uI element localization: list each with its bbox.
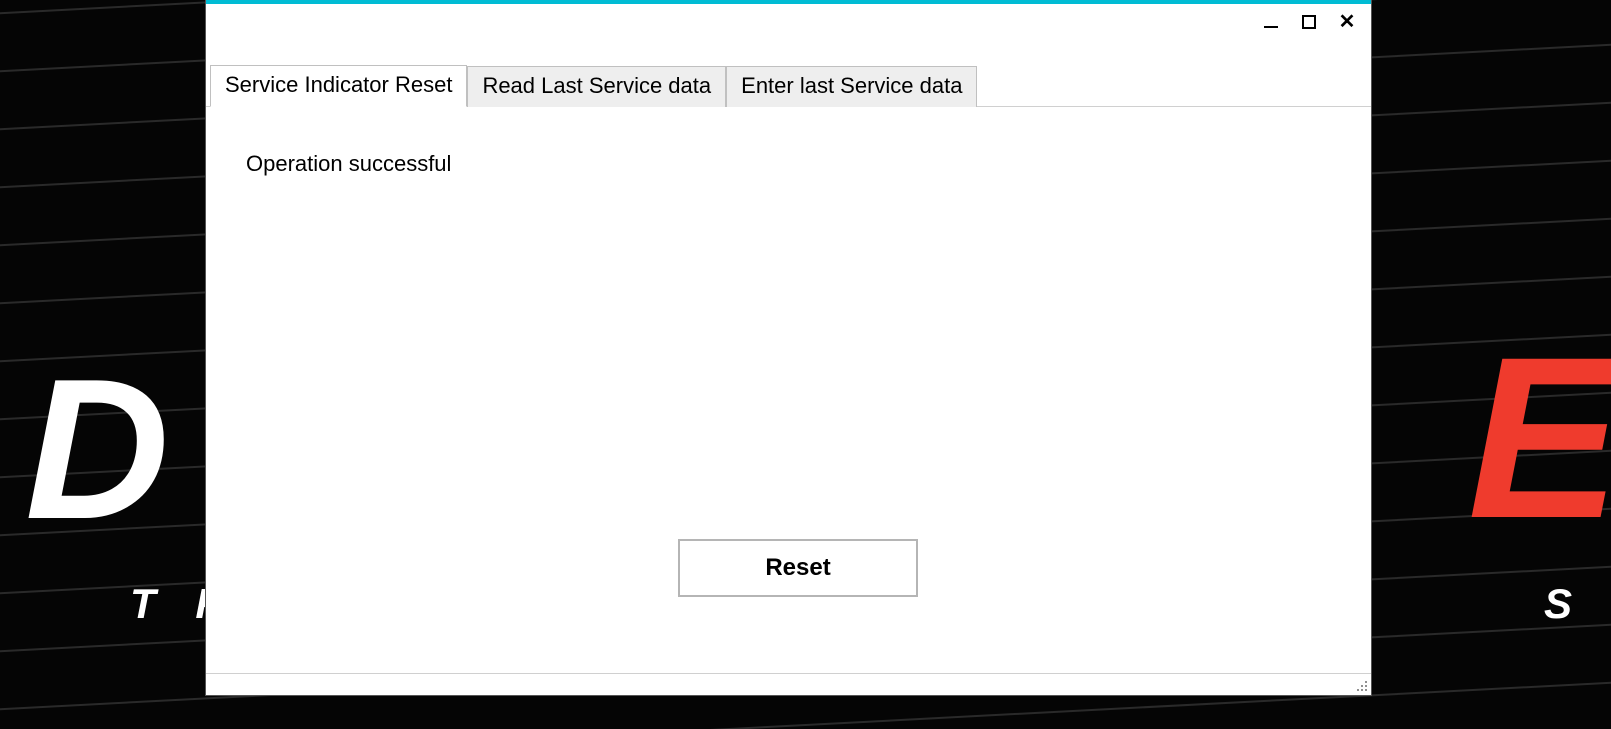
tab-bar: Service Indicator Reset Read Last Servic… — [206, 64, 1371, 107]
tab-service-indicator-reset[interactable]: Service Indicator Reset — [210, 65, 467, 107]
status-message: Operation successful — [246, 151, 1331, 177]
reset-button[interactable]: Reset — [678, 539, 918, 597]
tab-content: Operation successful Reset — [206, 107, 1371, 673]
minimize-button[interactable] — [1261, 12, 1281, 32]
wallpaper-logo-right: E — [1468, 355, 1611, 521]
wallpaper-logo-right-sub: S — [1544, 580, 1586, 628]
wallpaper-logo-left: D — [25, 370, 159, 530]
maximize-icon — [1302, 15, 1316, 29]
close-button[interactable]: ✕ — [1337, 12, 1357, 32]
tab-enter-last-service-data[interactable]: Enter last Service data — [726, 66, 977, 107]
tab-read-last-service-data[interactable]: Read Last Service data — [467, 66, 726, 107]
minimize-icon — [1264, 26, 1278, 28]
resize-grip-icon[interactable] — [1355, 679, 1369, 693]
close-icon: ✕ — [1339, 15, 1356, 29]
maximize-button[interactable] — [1299, 12, 1319, 32]
app-window: ✕ Service Indicator Reset Read Last Serv… — [206, 0, 1371, 695]
titlebar[interactable]: ✕ — [206, 4, 1371, 64]
status-strip — [206, 673, 1371, 695]
